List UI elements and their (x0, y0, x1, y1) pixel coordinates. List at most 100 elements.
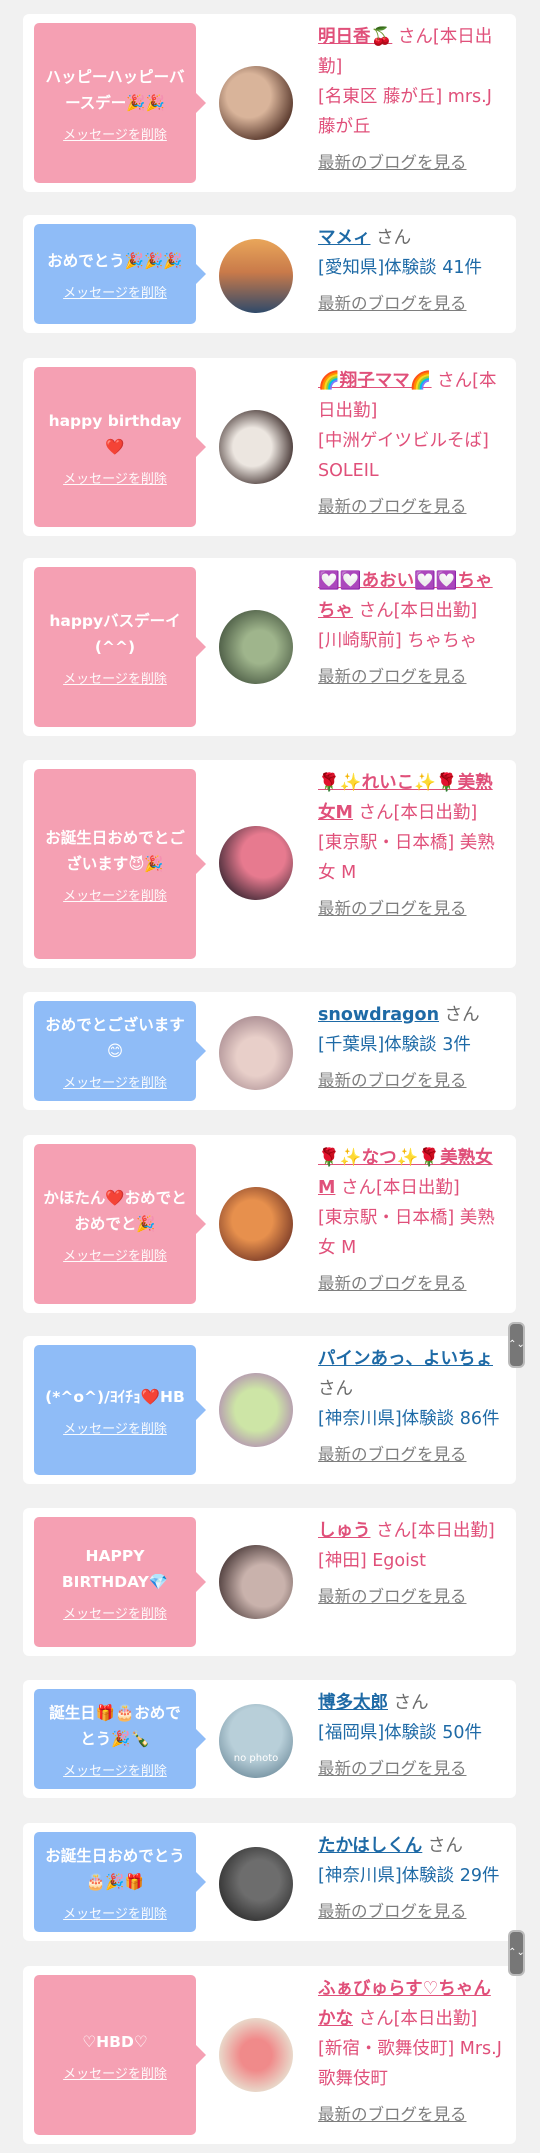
message-bubble: ハッピーハッピーバースデー🎉🎉 メッセージを削除 (34, 23, 206, 183)
message-text: happy birthday❤️ (48, 411, 182, 456)
list-item: お誕生日おめでとございます😈🎉 メッセージを削除 🌹✨れいこ✨🌹美熟女M さん[… (23, 760, 516, 968)
user-info: たかはしくん さん [神奈川県]体験談 29件 最新のブログを見る (318, 1831, 503, 1927)
list-item: (*^o^)/ﾖｲﾁｮ❤️HB メッセージを削除 パインあっ、よいちょ さん [… (23, 1336, 516, 1484)
message-bubble: おめでとう🎉🎉🎉 メッセージを削除 (34, 224, 206, 324)
delete-message-link[interactable]: メッセージを削除 (63, 124, 167, 143)
latest-blog-link[interactable]: 最新のブログを見る (318, 1066, 503, 1096)
user-status: さん (427, 1836, 463, 1856)
delete-message-link[interactable]: メッセージを削除 (63, 668, 167, 687)
list-item: 誕生日🎁🎂おめでとう🎉🍾 メッセージを削除 no photo 博多太郎 さん [… (23, 1680, 516, 1798)
avatar[interactable] (219, 239, 293, 313)
message-bubble: かほたん❤️おめでとおめでと🎉 メッセージを削除 (34, 1144, 206, 1304)
user-name-link[interactable]: しゅう (318, 1521, 371, 1541)
delete-message-link[interactable]: メッセージを削除 (63, 1603, 167, 1622)
user-name-link[interactable]: マメィ (318, 228, 371, 248)
user-name-link[interactable]: パインあっ、よいちょ (318, 1349, 493, 1369)
delete-message-link[interactable]: メッセージを削除 (63, 1760, 167, 1779)
user-status: さん[本日出勤] (376, 1521, 495, 1541)
user-name-link[interactable]: たかはしくん (318, 1836, 422, 1856)
user-meta: [神奈川県]体験談 29件 (318, 1866, 500, 1886)
user-name-link[interactable]: snowdragon (318, 1005, 439, 1025)
user-status: さん[本日出勤] (358, 803, 478, 823)
message-bubble: (*^o^)/ﾖｲﾁｮ❤️HB メッセージを削除 (34, 1345, 206, 1475)
scroll-arrows: ⌃⌄ (508, 1947, 525, 1958)
message-bubble: HAPPY BIRTHDAY💎 メッセージを削除 (34, 1517, 206, 1647)
user-info: 明日香🍒 さん[本日出勤] [名東区 藤が丘] mrs.J藤が丘 最新のブログを… (318, 22, 503, 178)
latest-blog-link[interactable]: 最新のブログを見る (318, 492, 503, 522)
avatar[interactable] (219, 1847, 293, 1921)
list-item: ハッピーハッピーバースデー🎉🎉 メッセージを削除 明日香🍒 さん[本日出勤] [… (23, 14, 516, 192)
message-text: HAPPY BIRTHDAY💎 (61, 1546, 169, 1591)
latest-blog-link[interactable]: 最新のブログを見る (318, 894, 503, 924)
avatar[interactable] (219, 1373, 293, 1447)
scroll-arrows: ⌃⌄ (508, 1339, 525, 1350)
message-text: (*^o^)/ﾖｲﾁｮ❤️HB (45, 1387, 185, 1406)
user-meta: [川崎駅前] ちゃちゃ (318, 631, 478, 651)
message-text: ハッピーハッピーバースデー🎉🎉 (45, 67, 185, 112)
delete-message-link[interactable]: メッセージを削除 (63, 468, 167, 487)
avatar[interactable] (219, 1187, 293, 1261)
message-bubble: お誕生日おめでとう🎂🎉🎁 メッセージを削除 (34, 1832, 206, 1932)
avatar[interactable] (219, 2018, 293, 2092)
message-text: ♡HBD♡ (82, 2032, 148, 2051)
delete-message-link[interactable]: メッセージを削除 (63, 282, 167, 301)
delete-message-link[interactable]: メッセージを削除 (63, 1418, 167, 1437)
message-bubble: 誕生日🎁🎂おめでとう🎉🍾 メッセージを削除 (34, 1689, 206, 1789)
user-info: 🌹✨れいこ✨🌹美熟女M さん[本日出勤] [東京駅・日本橋] 美熟女 M 最新の… (318, 768, 503, 924)
message-bubble: happyバスデーイ(^^) メッセージを削除 (34, 567, 206, 727)
avatar[interactable] (219, 1545, 293, 1619)
user-info: 💟💟あおい💟💟ちゃちゃ さん[本日出勤] [川崎駅前] ちゃちゃ 最新のブログを… (318, 566, 503, 692)
latest-blog-link[interactable]: 最新のブログを見る (318, 2100, 503, 2130)
avatar[interactable] (219, 826, 293, 900)
user-meta: [新宿・歌舞伎町] Mrs.J 歌舞伎町 (318, 2039, 502, 2089)
latest-blog-link[interactable]: 最新のブログを見る (318, 148, 503, 178)
user-status: さん (376, 228, 412, 248)
user-info: 🌹✨なつ✨🌹美熟女M さん[本日出勤] [東京駅・日本橋] 美熟女 M 最新のブ… (318, 1143, 503, 1299)
latest-blog-link[interactable]: 最新のブログを見る (318, 1269, 503, 1299)
avatar[interactable]: no photo (219, 1704, 293, 1778)
delete-message-link[interactable]: メッセージを削除 (63, 2063, 167, 2082)
user-info: snowdragon さん [千葉県]体験談 3件 最新のブログを見る (318, 1000, 503, 1096)
list-item: ♡HBD♡ メッセージを削除 ふぁびゅらす♡ちゃんかな さん[本日出勤] [新宿… (23, 1966, 516, 2144)
latest-blog-link[interactable]: 最新のブログを見る (318, 1440, 503, 1470)
list-item: happyバスデーイ(^^) メッセージを削除 💟💟あおい💟💟ちゃちゃ さん[本… (23, 558, 516, 736)
user-info: 🌈翔子ママ🌈 さん[本日出勤] [中洲ゲイツビルそば] SOLEIL 最新のブロ… (318, 366, 503, 522)
latest-blog-link[interactable]: 最新のブログを見る (318, 1754, 503, 1784)
user-info: ふぁびゅらす♡ちゃんかな さん[本日出勤] [新宿・歌舞伎町] Mrs.J 歌舞… (318, 1974, 503, 2130)
user-name-link[interactable]: 博多太郎 (318, 1693, 388, 1713)
avatar[interactable] (219, 610, 293, 684)
user-status: さん (444, 1005, 480, 1025)
scroll-handle-icon[interactable]: ⌃⌄ (508, 1930, 525, 1976)
avatar[interactable] (219, 66, 293, 140)
message-text: おめでとう🎉🎉🎉 (47, 251, 183, 270)
latest-blog-link[interactable]: 最新のブログを見る (318, 289, 503, 319)
user-info: 博多太郎 さん [福岡県]体験談 50件 最新のブログを見る (318, 1688, 503, 1784)
latest-blog-link[interactable]: 最新のブログを見る (318, 1582, 503, 1612)
avatar[interactable] (219, 1016, 293, 1090)
user-name-link[interactable]: 🌈翔子ママ🌈 (318, 371, 432, 391)
user-info: マメィ さん [愛知県]体験談 41件 最新のブログを見る (318, 223, 503, 319)
user-meta: [愛知県]体験談 41件 (318, 258, 482, 278)
list-item: おめでとう🎉🎉🎉 メッセージを削除 マメィ さん [愛知県]体験談 41件 最新… (23, 215, 516, 333)
message-text: 誕生日🎁🎂おめでとう🎉🍾 (49, 1703, 181, 1748)
delete-message-link[interactable]: メッセージを削除 (63, 1903, 167, 1922)
delete-message-link[interactable]: メッセージを削除 (63, 1245, 167, 1264)
user-meta: [中洲ゲイツビルそば] SOLEIL (318, 431, 489, 481)
scroll-handle-icon[interactable]: ⌃⌄ (508, 1322, 525, 1368)
message-bubble: お誕生日おめでとございます😈🎉 メッセージを削除 (34, 769, 206, 959)
user-meta: [東京駅・日本橋] 美熟女 M (318, 833, 495, 883)
user-meta: [名東区 藤が丘] mrs.J藤が丘 (318, 87, 492, 137)
user-meta: [神奈川県]体験談 86件 (318, 1409, 500, 1429)
message-text: かほたん❤️おめでとおめでと🎉 (43, 1188, 187, 1233)
list-item: かほたん❤️おめでとおめでと🎉 メッセージを削除 🌹✨なつ✨🌹美熟女M さん[本… (23, 1135, 516, 1313)
user-meta: [千葉県]体験談 3件 (318, 1035, 471, 1055)
avatar[interactable] (219, 410, 293, 484)
latest-blog-link[interactable]: 最新のブログを見る (318, 662, 503, 692)
message-text: happyバスデーイ(^^) (49, 611, 181, 656)
user-name-link[interactable]: 明日香🍒 (318, 27, 392, 47)
delete-message-link[interactable]: メッセージを削除 (63, 885, 167, 904)
delete-message-link[interactable]: メッセージを削除 (63, 1072, 167, 1091)
user-meta: [東京駅・日本橋] 美熟女 M (318, 1208, 495, 1258)
no-photo-label: no photo (233, 1753, 279, 1764)
latest-blog-link[interactable]: 最新のブログを見る (318, 1897, 503, 1927)
